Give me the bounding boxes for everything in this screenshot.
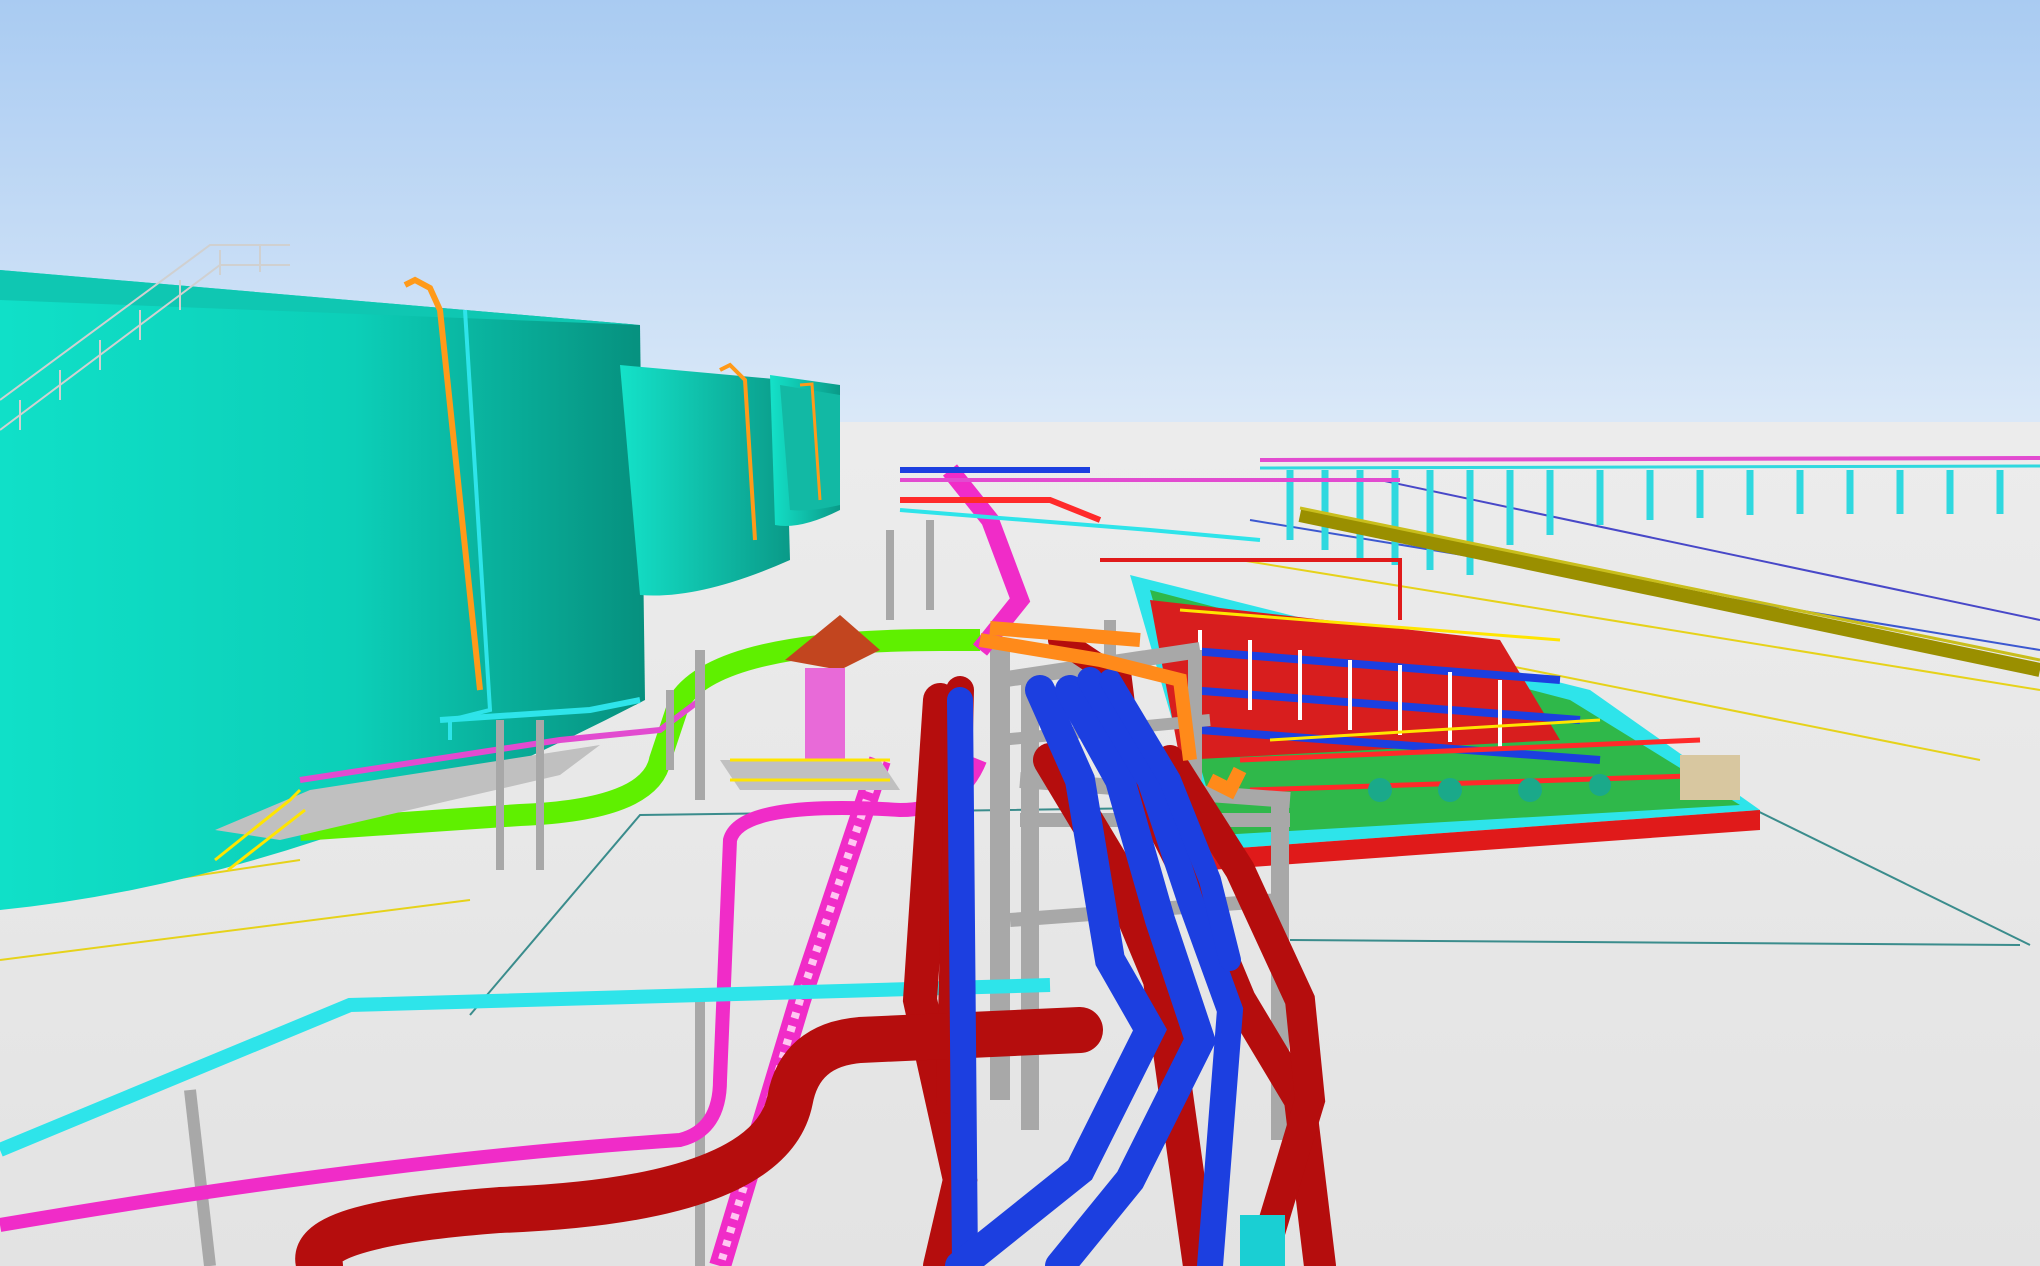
plant-scene <box>0 0 2040 1266</box>
3d-model-viewport[interactable] <box>0 0 2040 1266</box>
tank-2 <box>620 365 790 596</box>
pipe-support <box>1240 1215 1285 1266</box>
